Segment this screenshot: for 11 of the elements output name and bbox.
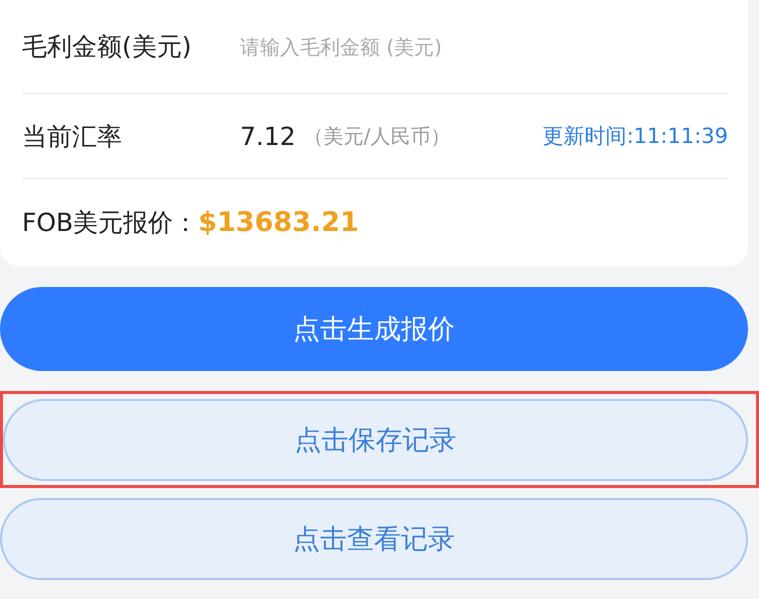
action-button[interactable]: 点击生成报价	[0, 287, 748, 371]
rate-value: 7.12	[240, 122, 296, 150]
rate-unit: （美元/人民币）	[304, 122, 450, 150]
field-label: 当前汇率	[22, 120, 123, 152]
amount-input[interactable]: 请输入毛利金额 (美元)	[240, 34, 640, 58]
action-button[interactable]: 点击查看记录	[0, 498, 748, 580]
update-time: 更新时间:11:11:39	[542, 123, 728, 150]
action-button[interactable]: 点击保存记录	[3, 398, 748, 480]
field-label: 毛利金额(美元)	[22, 31, 193, 63]
field-label: FOB美元报价：	[22, 206, 198, 238]
price-value: $13683.21	[198, 206, 359, 238]
